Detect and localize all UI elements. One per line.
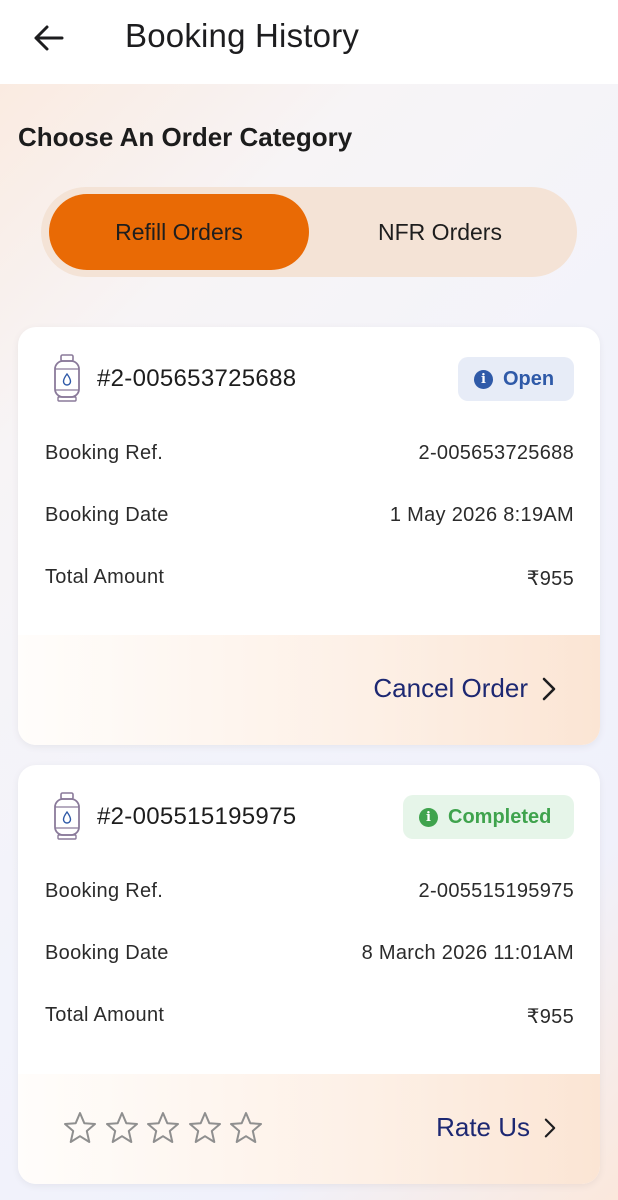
order-card[interactable]: #2-005515195975 i Completed Booking Ref.…: [18, 765, 600, 1184]
info-icon: i: [474, 369, 493, 389]
order-id: #2-005653725688: [97, 365, 297, 392]
category-title: Choose An Order Category: [18, 122, 353, 152]
chevron-right-icon: [542, 677, 556, 700]
star-icon[interactable]: [228, 1110, 264, 1146]
gas-cylinder-icon: [54, 354, 80, 402]
booking-ref-value: 2-005653725688: [418, 442, 574, 464]
star-icon[interactable]: [62, 1110, 98, 1146]
total-amount-value: ₹955: [526, 568, 574, 590]
info-icon: i: [419, 807, 438, 827]
order-card[interactable]: #2-005653725688 i Open Booking Ref. 2-00…: [18, 327, 600, 745]
tab-nfr-orders[interactable]: NFR Orders: [311, 194, 569, 270]
booking-date-label: Booking Date: [45, 504, 169, 526]
tab-refill-orders[interactable]: Refill Orders: [49, 194, 309, 270]
gas-cylinder-icon: [54, 792, 80, 840]
star-icon[interactable]: [104, 1110, 140, 1146]
total-amount-value: ₹955: [526, 1006, 574, 1028]
status-badge: i Open: [458, 357, 574, 401]
booking-ref-label: Booking Ref.: [45, 880, 164, 902]
order-id: #2-005515195975: [97, 803, 297, 830]
cancel-order-button[interactable]: Cancel Order: [373, 673, 556, 704]
booking-ref-label: Booking Ref.: [45, 442, 164, 464]
booking-date-label: Booking Date: [45, 942, 169, 964]
rate-us-button[interactable]: Rate Us: [436, 1112, 556, 1143]
star-icon[interactable]: [187, 1110, 223, 1146]
status-text: Completed: [448, 805, 552, 828]
booking-ref-value: 2-005515195975: [418, 880, 574, 902]
status-badge: i Completed: [403, 795, 574, 839]
total-amount-label: Total Amount: [45, 1004, 165, 1026]
total-amount-label: Total Amount: [45, 566, 165, 588]
chevron-right-icon: [544, 1118, 556, 1137]
rate-us-label: Rate Us: [436, 1112, 530, 1142]
booking-date-value: 8 March 2026 11:01AM: [361, 942, 574, 964]
card-footer: Rate Us: [18, 1074, 600, 1184]
order-category-toggle: Refill Orders NFR Orders: [41, 187, 577, 277]
page-title: Booking History: [125, 17, 360, 54]
booking-date-value: 1 May 2026 8:19AM: [389, 504, 574, 526]
arrow-left-icon: [34, 25, 64, 51]
card-footer: Cancel Order: [18, 635, 600, 745]
star-rating: [62, 1110, 270, 1146]
star-icon[interactable]: [145, 1110, 181, 1146]
back-button[interactable]: [26, 18, 70, 58]
cancel-order-label: Cancel Order: [373, 673, 528, 703]
app-header: Booking History: [0, 0, 618, 84]
status-text: Open: [503, 367, 555, 390]
